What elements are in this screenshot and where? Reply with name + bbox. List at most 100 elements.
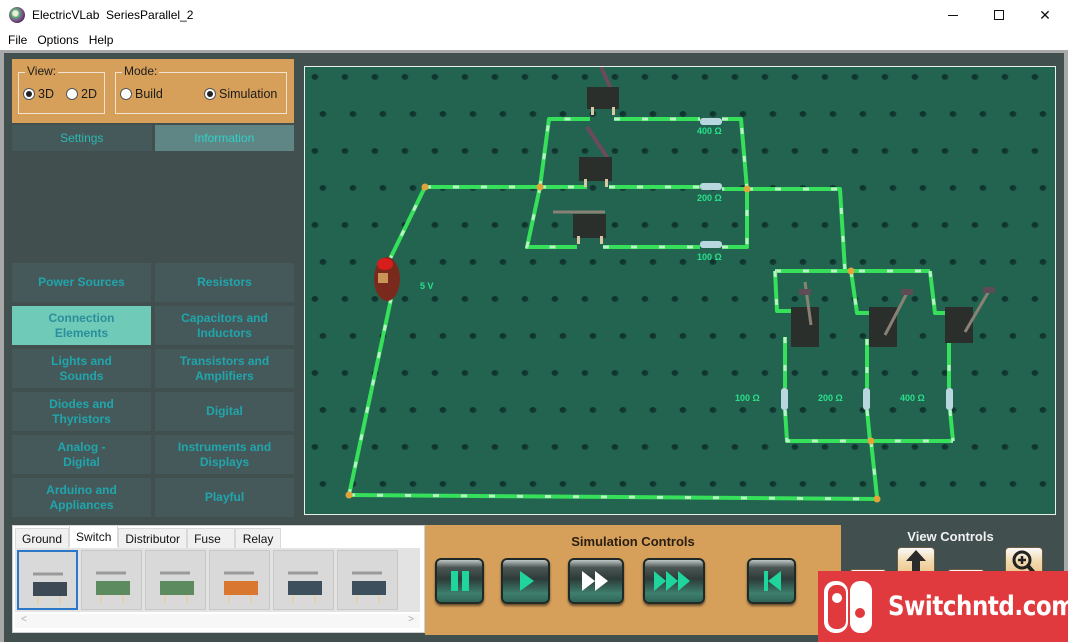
category-resistors[interactable]: Resistors: [155, 263, 294, 302]
parts-tab-distributor[interactable]: Distributor: [118, 528, 188, 548]
board-hole: [469, 481, 477, 487]
maximize-button[interactable]: [976, 0, 1022, 30]
scroll-right-arrow[interactable]: >: [408, 614, 414, 625]
board-hole: [1031, 222, 1039, 228]
circuit-board-canvas[interactable]: 5 V 400 Ω 200 Ω 100 Ω 100 Ω 200 Ω 400 Ω: [304, 66, 1056, 515]
board-hole: [589, 407, 597, 413]
scroll-left-arrow[interactable]: <: [21, 614, 27, 625]
menu-file[interactable]: File: [0, 33, 33, 47]
board-hole: [881, 444, 889, 450]
board-hole: [671, 370, 679, 376]
view-label: View:: [25, 64, 59, 78]
component-categories: Power Sources Resistors Connection Eleme…: [12, 263, 294, 517]
menu-help[interactable]: Help: [87, 33, 120, 47]
switch-top-3[interactable]: [553, 210, 606, 244]
resistor-top-200[interactable]: [700, 183, 722, 190]
switch-top-2[interactable]: [579, 125, 612, 187]
board-hole: [619, 481, 627, 487]
circuit-board[interactable]: 5 V 400 Ω 200 Ω 100 Ω 100 Ω 200 Ω 400 Ω: [305, 67, 1056, 515]
switch-bottom-2[interactable]: [869, 289, 913, 347]
category-capacitors-inductors[interactable]: Capacitors and Inductors: [155, 306, 294, 345]
tab-settings[interactable]: Settings: [12, 125, 152, 151]
minimize-button[interactable]: [930, 0, 976, 30]
board-hole: [431, 370, 439, 376]
play-button[interactable]: [501, 558, 550, 604]
category-power-sources[interactable]: Power Sources: [12, 263, 151, 302]
part-thumbnail-icon: [96, 571, 130, 603]
skip-back-icon: [763, 571, 781, 591]
radio-simulation-indicator[interactable]: [204, 88, 216, 100]
board-hole: [581, 148, 589, 154]
fast-forward-button[interactable]: [568, 558, 624, 604]
tab-information[interactable]: Information: [154, 125, 294, 151]
part-dpdt-switch-dark[interactable]: [337, 550, 398, 610]
parts-tab-ground[interactable]: Ground: [15, 528, 70, 548]
part-dpdt-switch-green[interactable]: [145, 550, 206, 610]
parts-tab-switch[interactable]: Switch: [69, 525, 119, 547]
radio-2d-indicator[interactable]: [66, 88, 78, 100]
switch-bottom-1[interactable]: [791, 281, 819, 347]
board-hole: [739, 259, 747, 265]
resistor-top-400[interactable]: [700, 118, 722, 125]
board-hole: [439, 259, 447, 265]
board-hole: [521, 222, 529, 228]
part-spdt-switch-green[interactable]: [81, 550, 142, 610]
board-hole: [311, 148, 319, 154]
parts-tab-relay[interactable]: Relay: [235, 528, 282, 548]
category-transistors-amplifiers[interactable]: Transistors and Amplifiers: [155, 349, 294, 388]
board-hole: [731, 444, 739, 450]
board-hole: [491, 74, 499, 80]
board-hole: [851, 148, 859, 154]
faster-forward-button[interactable]: [643, 558, 705, 604]
board-hole: [319, 259, 327, 265]
wire-segment: [865, 409, 953, 443]
radio-build-indicator[interactable]: [120, 88, 132, 100]
board-hole: [1009, 185, 1017, 191]
board-hole: [941, 296, 949, 302]
battery-5v[interactable]: [374, 257, 400, 301]
switch-bottom-3[interactable]: [945, 287, 995, 343]
resistor-bottom-100[interactable]: [781, 388, 788, 410]
board-hole: [739, 481, 747, 487]
parts-tab-fuse[interactable]: Fuse: [187, 528, 236, 548]
radio-build[interactable]: Build: [120, 87, 163, 101]
parts-scrollbar[interactable]: < >: [15, 614, 420, 628]
close-button[interactable]: ✕: [1022, 0, 1068, 30]
reset-button[interactable]: [747, 558, 796, 604]
board-hole: [529, 333, 537, 339]
menu-bar: File Options Help: [0, 30, 1068, 50]
board-hole: [979, 259, 987, 265]
part-spdt-switch-dark[interactable]: [273, 550, 334, 610]
radio-3d-indicator[interactable]: [23, 88, 35, 100]
part-push-switch-orange[interactable]: [209, 550, 270, 610]
board-hole: [949, 111, 957, 117]
radio-3d[interactable]: 3D: [23, 87, 54, 101]
board-hole: [439, 333, 447, 339]
board-hole: [701, 296, 709, 302]
board-hole: [731, 74, 739, 80]
board-hole: [739, 111, 747, 117]
category-digital[interactable]: Digital: [155, 392, 294, 431]
category-connection-elements[interactable]: Connection Elements: [12, 306, 151, 345]
resistor-bottom-2-label: 200 Ω: [818, 393, 843, 403]
board-hole: [799, 407, 807, 413]
resistor-bottom-400[interactable]: [946, 388, 953, 410]
board-hole: [971, 222, 979, 228]
radio-2d[interactable]: 2D: [66, 87, 97, 101]
category-lights-sounds[interactable]: Lights and Sounds: [12, 349, 151, 388]
board-hole: [949, 259, 957, 265]
board-hole: [829, 407, 837, 413]
resistor-bottom-200[interactable]: [863, 388, 870, 410]
category-arduino-appliances[interactable]: Arduino and Appliances: [12, 478, 151, 517]
board-hole: [401, 296, 409, 302]
category-diodes-thyristors[interactable]: Diodes and Thyristors: [12, 392, 151, 431]
board-hole: [1039, 481, 1047, 487]
category-playful[interactable]: Playful: [155, 478, 294, 517]
category-instruments-displays[interactable]: Instruments and Displays: [155, 435, 294, 474]
radio-simulation[interactable]: Simulation: [204, 87, 277, 101]
category-analog-digital[interactable]: Analog - Digital: [12, 435, 151, 474]
resistor-top-100[interactable]: [700, 241, 722, 248]
menu-options[interactable]: Options: [35, 33, 84, 47]
part-toggle-switch[interactable]: [17, 550, 78, 610]
pause-button[interactable]: [435, 558, 484, 604]
